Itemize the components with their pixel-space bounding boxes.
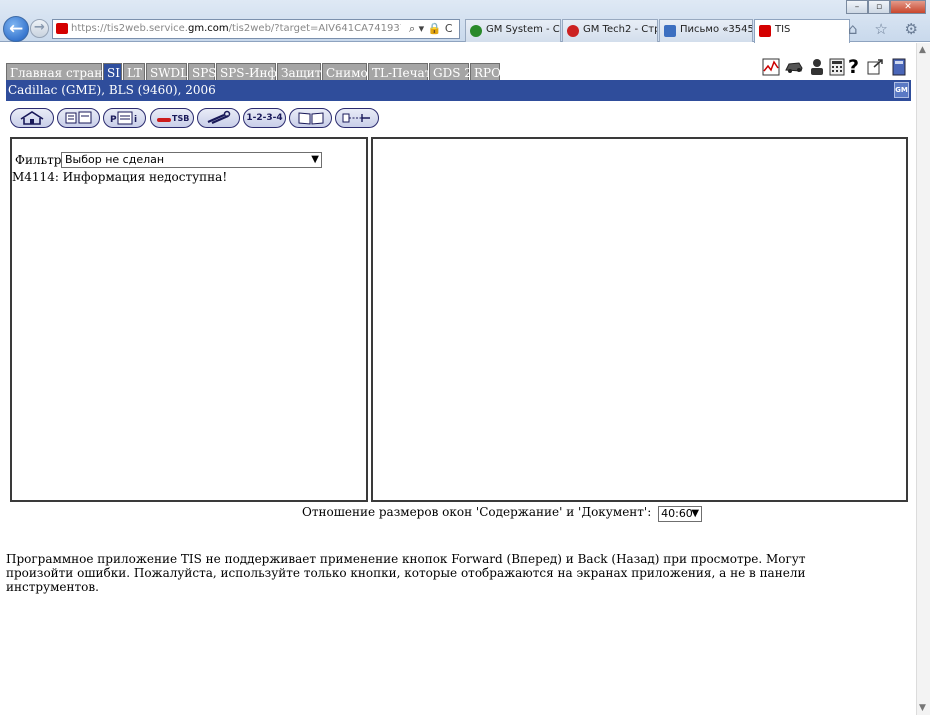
tab-gm-tech2[interactable]: GM Tech2 - Стра... — [562, 19, 658, 42]
wrench-icon — [207, 110, 230, 125]
filter-selected-value: Выбор не сделан — [65, 153, 165, 166]
browser-chrome: – ▫ ✕ ← → https://tis2web.service.gm.com… — [0, 0, 930, 43]
back-arrow-icon: ← — [9, 19, 24, 39]
document-panel — [371, 137, 908, 502]
scroll-up-icon[interactable]: ▲ — [919, 45, 926, 55]
info-message: M4114: Информация недоступна! — [12, 170, 228, 184]
tab-gm-system[interactable]: GM System - Стат... — [465, 19, 561, 42]
procedure-steps-button[interactable]: 1-2-3-4 — [243, 108, 286, 128]
tis-tab-sps[interactable]: SPS — [188, 63, 217, 81]
tis-tab-swdl[interactable]: SWDL — [146, 63, 188, 81]
minimize-button[interactable]: – — [846, 0, 868, 14]
wiring-icon — [342, 113, 370, 123]
manual-button[interactable] — [289, 108, 332, 128]
tsb-icon: TSB — [157, 114, 189, 123]
home-icon — [20, 111, 44, 125]
address-controls[interactable]: ⌕ ▾ 🔒 C — [409, 22, 453, 36]
svg-text:TSB: TSB — [172, 114, 189, 123]
page-scrollbar[interactable]: ▲ ▼ — [916, 43, 930, 715]
ratio-row: Отношение размеров окон 'Содержание' и '… — [302, 505, 703, 522]
tools-button[interactable] — [197, 108, 240, 128]
tis-tab-snapshot[interactable]: Снимок — [322, 63, 375, 81]
back-button[interactable]: ← — [3, 16, 29, 42]
calculator-icon[interactable] — [828, 58, 846, 76]
maximize-button[interactable]: ▫ — [868, 0, 890, 14]
export-icon[interactable] — [866, 58, 884, 76]
filter-select[interactable]: Выбор не сделан ▼ — [61, 152, 322, 168]
tis-tab-tl-print[interactable]: TL-Печать — [368, 63, 438, 81]
car-icon[interactable] — [784, 58, 804, 76]
ratio-select[interactable]: 40:60 ▼ — [658, 506, 703, 522]
tsb-button[interactable]: TSB — [150, 108, 194, 128]
tab-favicon-icon — [759, 25, 771, 37]
svg-text:P: P — [110, 115, 117, 125]
vehicle-select-button[interactable] — [57, 108, 100, 128]
gm-logo: GM — [894, 82, 909, 98]
svg-text:i: i — [134, 115, 137, 125]
service-info-icon: Pi — [110, 111, 137, 125]
navigation-warning-text: Программное приложение TIS не поддержива… — [6, 552, 806, 594]
site-favicon-icon — [56, 23, 68, 34]
tis-tab-rpo[interactable]: RPO — [470, 63, 501, 81]
ratio-selected-value: 40:60 — [661, 507, 693, 520]
address-bar[interactable]: https://tis2web.service.gm.com/tis2web/?… — [52, 19, 460, 39]
ratio-label: Отношение размеров окон 'Содержание' и '… — [302, 505, 652, 519]
browser-right-icons[interactable]: ⌂ ☆ ⚙ — [848, 20, 924, 38]
tis-tab-sps-info[interactable]: SPS-Инфо — [216, 63, 284, 81]
tab-favicon-icon — [470, 25, 482, 37]
chevron-down-icon: ▼ — [311, 154, 319, 165]
scroll-down-icon[interactable]: ▼ — [919, 703, 926, 713]
page-content: Главная страница SI LT SWDL SPS SPS-Инфо… — [0, 43, 916, 715]
user-icon[interactable] — [808, 58, 826, 76]
chevron-down-icon: ▼ — [691, 508, 700, 519]
book-icon[interactable] — [890, 58, 908, 76]
forward-arrow-icon: → — [34, 20, 45, 35]
tis-tab-home[interactable]: Главная страница — [6, 63, 125, 81]
vehicle-info-bar: Cadillac (GME), BLS (9460), 2006 GM — [6, 80, 911, 101]
wiring-button[interactable] — [335, 108, 379, 128]
tab-favicon-icon — [664, 25, 676, 37]
service-info-button[interactable]: Pi — [103, 108, 146, 128]
tab-tis[interactable]: TIS — [754, 19, 850, 43]
documents-icon — [65, 111, 91, 124]
tis-tab-gds2[interactable]: GDS 2 — [429, 63, 472, 81]
home-button[interactable] — [10, 108, 54, 128]
graph-icon[interactable] — [762, 58, 780, 76]
open-book-icon — [298, 112, 323, 125]
forward-button[interactable]: → — [30, 19, 49, 38]
help-icon[interactable]: ? — [848, 58, 866, 77]
vehicle-title: Cadillac (GME), BLS (9460), 2006 — [8, 83, 216, 97]
address-url[interactable]: https://tis2web.service.gm.com/tis2web/?… — [71, 23, 401, 34]
tis-tab-si[interactable]: SI — [103, 63, 122, 81]
content-panel: Фильтр : Выбор не сделан ▼ M4114: Информ… — [10, 137, 368, 502]
window-controls: – ▫ ✕ — [846, 0, 926, 15]
close-button[interactable]: ✕ — [890, 0, 926, 14]
tis-tab-lt[interactable]: LT — [123, 63, 145, 81]
tab-favicon-icon — [567, 25, 579, 37]
tis-tab-protection[interactable]: Защита — [277, 63, 329, 81]
tab-mail[interactable]: Письмо «3545» ... — [659, 19, 753, 42]
